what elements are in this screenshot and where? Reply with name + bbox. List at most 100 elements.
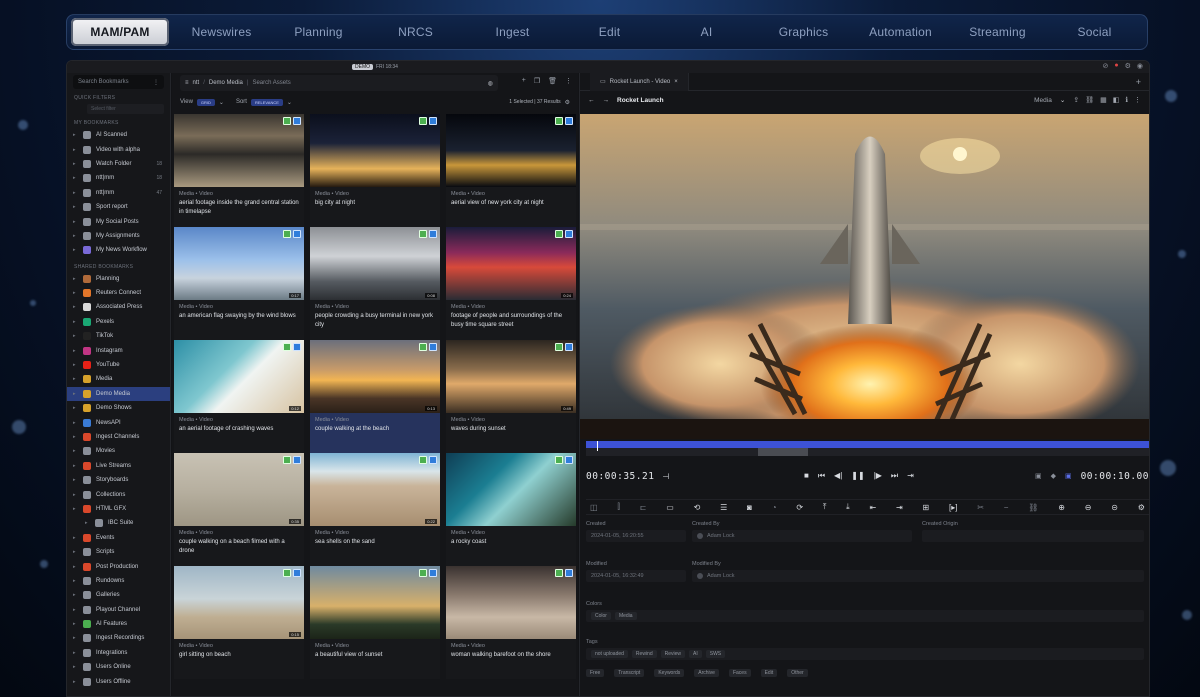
minus-circle-icon[interactable]: ⊝ [1111,503,1118,512]
asset-card[interactable]: Media • Video a rocky coast [446,453,576,566]
chevron-right-icon[interactable]: ▸ [73,592,83,598]
chevron-right-icon[interactable]: ▸ [73,664,83,670]
globe-icon[interactable]: ◍ [488,80,493,87]
chevron-right-icon[interactable]: ▸ [73,190,83,196]
metadata-tab[interactable]: Faces [728,669,751,677]
chevron-right-icon[interactable]: ▸ [73,161,83,167]
asset-card[interactable]: Media • Video a beautiful view of sunset [310,566,440,679]
asset-thumbnail[interactable]: 0:13 [310,340,440,413]
video-frame[interactable] [580,114,1149,439]
minus-icon[interactable]: − [1004,503,1009,512]
chevron-right-icon[interactable]: ▸ [73,434,83,440]
asset-card[interactable]: 0:22 Media • Video sea shells on the sand [310,453,440,566]
timer-icon[interactable]: ◔ [772,503,777,512]
sidebar-item-playout-channel[interactable]: ▸ Playout Channel [67,603,170,617]
sidebar-item-youtube[interactable]: ▸ YouTube [67,358,170,372]
alert-icon[interactable]: ● [1114,62,1118,70]
asset-card[interactable]: 0:49 Media • Video waves during sunset [446,340,576,453]
back-icon[interactable]: ← [588,97,595,104]
sidebar-item-reuters-connect[interactable]: ▸ Reuters Connect [67,286,170,300]
sidebar-item-users-offline[interactable]: ▸ Users Offline [67,674,170,688]
sidebar-item-storyboards[interactable]: ▸ Storyboards [67,473,170,487]
zoom-out-icon[interactable]: ⊖ [1085,503,1092,512]
split-icon[interactable]: ⫿ [617,502,620,512]
upload-icon[interactable]: ⤒ [823,502,827,512]
tab-edit[interactable]: Edit [561,18,658,46]
asset-thumbnail[interactable]: 0:24 [446,227,576,300]
chevron-right-icon[interactable]: ▸ [73,492,83,498]
chevron-right-icon[interactable]: ▸ [73,204,83,210]
timeline-window[interactable] [758,448,808,456]
out-point-icon[interactable]: ⇥ [896,503,903,512]
asset-thumbnail[interactable]: 0:08 [310,227,440,300]
asset-thumbnail[interactable]: 0:49 [446,340,576,413]
breadcrumb-folder[interactable]: Demo Media [209,80,243,86]
info-icon[interactable]: ℹ [1125,96,1128,104]
metadata-tab[interactable]: Free [586,669,605,677]
timeline-bar[interactable] [586,441,1149,448]
layout-icon[interactable]: ◧ [1113,96,1120,104]
chevron-right-icon[interactable]: ▸ [73,506,83,512]
asset-thumbnail[interactable] [310,114,440,187]
clip-icon[interactable]: [▸] [949,503,957,512]
step-back-icon[interactable]: ◀| [834,471,842,481]
gear-icon[interactable]: ⚙ [565,99,570,106]
user-icon[interactable]: ◉ [1137,62,1143,70]
asset-thumbnail[interactable] [310,566,440,639]
asset-card[interactable]: 0:15 Media • Video girl sitting on beach [174,566,304,679]
color-chip[interactable]: Color [591,612,611,620]
sidebar-item-scripts[interactable]: ▸ Scripts [67,545,170,559]
tags-chips[interactable]: not uploaded Rewind Review AI SWS [586,648,1144,660]
bookmark-search-input[interactable]: Search Bookmarks ⋮ [73,75,164,89]
asset-card[interactable]: Media • Video woman walking barefoot on t… [446,566,576,679]
sidebar-item-live-streams[interactable]: ▸ Live Streams [67,459,170,473]
asset-card[interactable]: 0:24 Media • Video footage of people and s… [446,227,576,340]
sidebar-item-newsapi[interactable]: ▸ NewsAPI [67,415,170,429]
chevron-down-icon[interactable]: ⌄ [219,99,224,106]
grid-icon[interactable]: ⊞ [923,503,930,512]
add-icon[interactable]: + [522,77,526,85]
tab-planning[interactable]: Planning [270,18,367,46]
add-tab-icon[interactable]: + [1136,77,1141,87]
copy-icon[interactable]: ❐ [534,77,540,85]
asset-card[interactable]: 0:13 Media • Video couple walking at the b… [310,340,440,453]
chevron-right-icon[interactable]: ▸ [73,463,83,469]
color-chip[interactable]: Media [614,612,637,620]
chevron-right-icon[interactable]: ▸ [73,391,83,397]
chevron-right-icon[interactable]: ▸ [73,132,83,138]
asset-card[interactable]: 0:17 Media • Video an american flag swayin… [174,227,304,340]
sidebar-item-post-production[interactable]: ▸ Post Production [67,559,170,573]
sidebar-item-sport-report[interactable]: ▸ Sport report [67,200,170,214]
breadcrumb-root[interactable]: ntt [193,80,200,86]
tab-social[interactable]: Social [1046,18,1143,46]
sidebar-item-galleries[interactable]: ▸ Galleries [67,588,170,602]
settings-icon[interactable]: ⚙ [1138,503,1145,512]
metadata-tab[interactable]: Keywords [654,669,685,677]
mode-icon[interactable]: ▣ [1065,472,1072,480]
in-point-icon[interactable]: ⇤ [870,503,877,512]
loop-icon[interactable]: ▣ [1035,472,1042,480]
more-icon[interactable]: ⋮ [153,79,159,86]
chevron-right-icon[interactable]: ▸ [73,564,83,570]
link-icon[interactable]: ⛓ [1085,96,1094,104]
sidebar-item-movies[interactable]: ▸ Movies [67,444,170,458]
more-icon[interactable]: ⋮ [565,77,572,85]
chevron-right-icon[interactable]: ▸ [73,405,83,411]
chevron-right-icon[interactable]: ▸ [73,304,83,310]
notifications-off-icon[interactable]: ⊘ [1103,62,1109,70]
tab-streaming[interactable]: Streaming [949,18,1046,46]
chevron-right-icon[interactable]: ▸ [73,333,83,339]
timeline-scrubber[interactable] [586,441,1149,457]
list-icon[interactable]: ☰ [720,503,727,512]
link-icon[interactable]: ⛓ [1028,503,1038,512]
sidebar-item-instagram[interactable]: ▸ Instagram [67,343,170,357]
tab-graphics[interactable]: Graphics [755,18,852,46]
delete-icon[interactable]: 🗑︎ [548,77,557,85]
sidebar-item-ingest-recordings[interactable]: ▸ Ingest Recordings [67,631,170,645]
chevron-down-icon[interactable]: ⌄ [287,99,292,106]
mark-icon[interactable]: ⊣ [662,472,669,481]
sidebar-item-demo-shows[interactable]: ▸ Demo Shows [67,401,170,415]
chevron-right-icon[interactable]: ▸ [73,247,83,253]
sidebar-item-associated-press[interactable]: ▸ Associated Press [67,300,170,314]
sidebar-item-my-news-workflow[interactable]: ▸ My News Workflow [67,243,170,257]
